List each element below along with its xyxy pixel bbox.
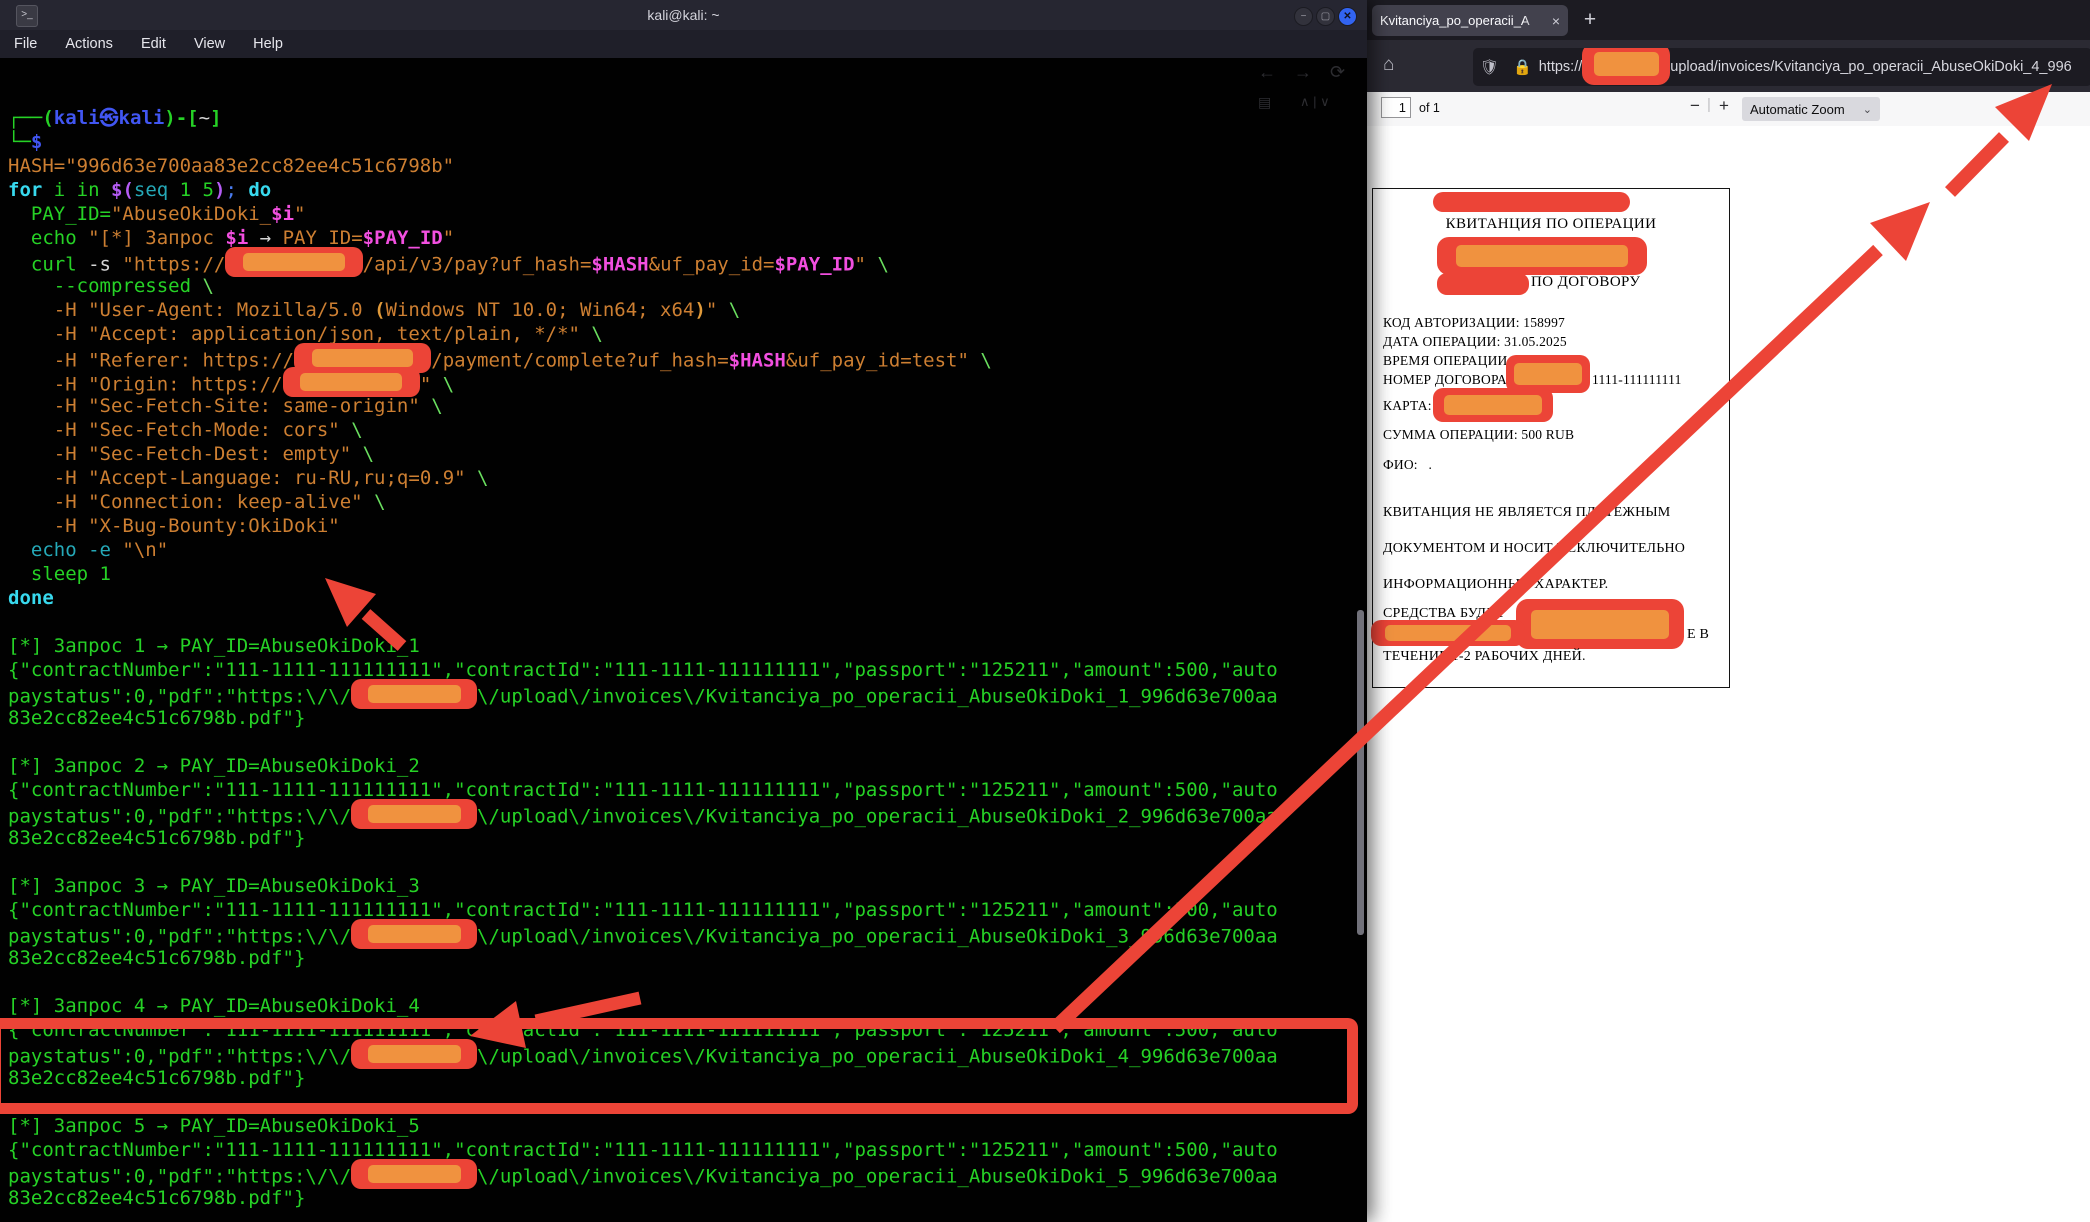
receipt-funds-line2: ТЕЧЕНИЕ 1-2 РАБОЧИХ ДНЕЙ.: [1383, 649, 1586, 665]
terminal-redaction: [351, 1159, 477, 1189]
menu-actions[interactable]: Actions: [65, 36, 113, 52]
browser-tab[interactable]: Kvitanciya_po_operacii_A ×: [1372, 5, 1568, 36]
terminal-menu-bar: File Actions Edit View Help: [0, 30, 1367, 58]
receipt-contract-caption: ПО ДОГОВОРУ: [1531, 274, 1640, 291]
receipt-amount: СУММА ОПЕРАЦИИ: 500 RUB: [1383, 427, 1574, 443]
new-tab-button[interactable]: +: [1577, 8, 1603, 32]
terminal-redaction: [351, 799, 477, 829]
terminal-scrollbar-thumb[interactable]: [1357, 610, 1364, 935]
menu-edit[interactable]: Edit: [141, 36, 166, 52]
maximize-button[interactable]: ▢: [1316, 7, 1335, 26]
receipt-note-line2: ДОКУМЕНТОМ И НОСИТ ИСКЛЮЧИТЕЛЬНО: [1383, 541, 1685, 557]
pdf-toolbar: of 1 − | + Automatic Zoom ⌄: [1345, 92, 2090, 127]
receipt-contract-label: НОМЕР ДОГОВОРА: [1383, 372, 1507, 388]
url-domain-redaction: [1582, 48, 1670, 85]
terminal-redaction: [283, 367, 420, 397]
annotation-highlight-box: [0, 1018, 1358, 1114]
redaction-funds-right: [1516, 599, 1684, 649]
menu-help[interactable]: Help: [253, 36, 283, 52]
pdf-page-input[interactable]: [1381, 97, 1411, 118]
minimize-button[interactable]: −: [1294, 7, 1313, 26]
redaction-top-bar: [1433, 192, 1630, 212]
receipt-card-label: КАРТА:: [1383, 398, 1432, 414]
receipt-note-line1: КВИТАНЦИЯ НЕ ЯВЛЯЕТСЯ ПЛАТЕЖНЫМ: [1383, 505, 1670, 521]
lock-icon[interactable]: 🔒: [1513, 58, 1532, 76]
tab-close-icon[interactable]: ×: [1552, 13, 1560, 29]
redaction-funds-left: [1371, 620, 1525, 646]
ghost-back-icon: ←: [1258, 62, 1276, 83]
ghost-chevrons: ∧ | ∨: [1300, 94, 1330, 110]
redaction-contract-caption: [1437, 273, 1529, 295]
receipt-title: КВИТАНЦИЯ ПО ОПЕРАЦИИ: [1373, 216, 1729, 233]
terminal-redaction: [351, 679, 477, 709]
zoom-in-button[interactable]: +: [1719, 96, 1729, 116]
receipt-auth-code: КОД АВТОРИЗАЦИИ: 158997: [1383, 315, 1565, 331]
chevron-down-icon: ⌄: [1863, 103, 1872, 116]
toolbar-divider: |: [1707, 96, 1711, 113]
zoom-select[interactable]: Automatic Zoom ⌄: [1742, 97, 1880, 121]
menu-view[interactable]: View: [194, 36, 225, 52]
close-button[interactable]: ✕: [1338, 7, 1357, 26]
terminal-redaction: [225, 247, 362, 277]
pdf-page-count: of 1: [1419, 101, 1440, 115]
receipt-op-date: ДАТА ОПЕРАЦИИ: 31.05.2025: [1383, 334, 1567, 350]
receipt-funds-tail: Е В: [1687, 627, 1709, 643]
terminal-title-bar[interactable]: >_ kali@kali: ~ − ▢ ✕: [0, 0, 1367, 30]
redaction-merchant: [1437, 237, 1647, 275]
tab-title: Kvitanciya_po_operacii_A: [1380, 13, 1548, 28]
url-path: upload/invoices/Kvitanciya_po_operacii_A…: [1670, 59, 2071, 75]
pdf-receipt-page: КВИТАНЦИЯ ПО ОПЕРАЦИИ ПО ДОГОВОРУ КОД АВ…: [1372, 188, 1730, 688]
url-bar[interactable]: 🛡 🔒 https:// upload/invoices/Kvitanciya_…: [1473, 48, 2090, 86]
terminal-redaction: [351, 919, 477, 949]
url-scheme: https://: [1539, 59, 1583, 75]
ghost-forward-icon: →: [1294, 62, 1312, 83]
zoom-out-button[interactable]: −: [1690, 96, 1700, 116]
home-icon[interactable]: ⌂: [1383, 55, 1403, 75]
menu-file[interactable]: File: [14, 36, 37, 52]
terminal-title: kali@kali: ~: [0, 7, 1367, 23]
redaction-card-number: [1433, 388, 1553, 422]
shield-icon[interactable]: 🛡: [1480, 58, 1499, 76]
ghost-sidebar-icon: ▤: [1258, 94, 1271, 111]
zoom-select-label: Automatic Zoom: [1750, 102, 1845, 117]
browser-tab-bar: Kvitanciya_po_operacii_A × +: [1345, 0, 2090, 40]
receipt-contract-value: 1111-111111111: [1592, 372, 1682, 388]
receipt-note-line3: ИНФОРМАЦИОННЫЙ ХАРАКТЕР.: [1383, 577, 1608, 593]
browser-nav-bar: ⌂ 🛡 🔒 https:// upload/invoices/Kvitanciy…: [1345, 40, 2090, 93]
receipt-fio: ФИО: .: [1383, 457, 1432, 473]
ghost-reload-icon: ⟳: [1330, 62, 1345, 83]
